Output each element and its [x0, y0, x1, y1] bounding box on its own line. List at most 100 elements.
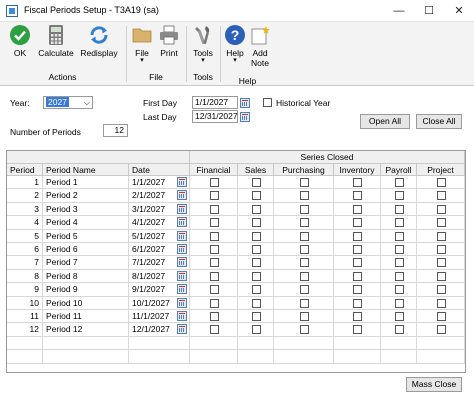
purchasing-closed-checkbox[interactable]: [300, 325, 309, 335]
period-date-cell[interactable]: 12/1/2027: [129, 323, 190, 337]
file-menu-button[interactable]: File ▾: [130, 24, 154, 64]
period-name-cell[interactable]: Period 2: [43, 189, 129, 203]
payroll-closed-checkbox[interactable]: [395, 218, 404, 228]
sales-closed-checkbox[interactable]: [252, 312, 261, 321]
payroll-closed-checkbox[interactable]: [395, 245, 404, 254]
purchasing-closed-checkbox[interactable]: [300, 245, 309, 254]
sales-closed-checkbox[interactable]: [252, 271, 261, 281]
project-closed-checkbox[interactable]: [437, 312, 446, 321]
table-row[interactable]: 4 Period 4 4/1/2027: [7, 216, 465, 230]
sales-closed-checkbox[interactable]: [252, 258, 261, 268]
financial-closed-checkbox[interactable]: [210, 325, 219, 335]
calendar-icon[interactable]: [177, 217, 187, 228]
purchasing-closed-checkbox[interactable]: [300, 231, 309, 241]
last-day-calendar-icon[interactable]: [240, 112, 250, 122]
inventory-closed-checkbox[interactable]: [353, 191, 362, 201]
close-window-button[interactable]: ✕: [444, 0, 474, 22]
period-date-cell[interactable]: 2/1/2027: [129, 189, 190, 203]
inventory-closed-checkbox[interactable]: [353, 258, 362, 268]
calendar-icon[interactable]: [177, 270, 187, 281]
project-closed-checkbox[interactable]: [437, 298, 446, 308]
inventory-closed-checkbox[interactable]: [353, 231, 362, 241]
financial-closed-checkbox[interactable]: [210, 298, 219, 308]
financial-closed-checkbox[interactable]: [210, 285, 219, 295]
project-closed-checkbox[interactable]: [437, 271, 446, 281]
calendar-icon[interactable]: [177, 324, 187, 335]
inventory-closed-checkbox[interactable]: [353, 178, 362, 187]
add-note-button[interactable]: Add Note: [248, 24, 272, 68]
last-day-field[interactable]: 12/31/2027: [192, 110, 238, 123]
payroll-closed-checkbox[interactable]: [395, 271, 404, 281]
calendar-icon[interactable]: [177, 177, 187, 187]
purchasing-closed-checkbox[interactable]: [300, 191, 309, 201]
redisplay-button[interactable]: Redisplay: [79, 24, 119, 58]
payroll-closed-checkbox[interactable]: [395, 178, 404, 187]
sales-closed-checkbox[interactable]: [252, 298, 261, 308]
sales-closed-checkbox[interactable]: [252, 285, 261, 295]
print-button[interactable]: Print: [156, 24, 182, 58]
financial-closed-checkbox[interactable]: [210, 312, 219, 321]
period-name-cell[interactable]: Period 9: [43, 283, 129, 297]
period-name-cell[interactable]: Period 6: [43, 243, 129, 257]
inventory-closed-checkbox[interactable]: [353, 218, 362, 228]
project-closed-checkbox[interactable]: [437, 231, 446, 241]
financial-closed-checkbox[interactable]: [210, 245, 219, 254]
inventory-closed-checkbox[interactable]: [353, 312, 362, 321]
purchasing-closed-checkbox[interactable]: [300, 204, 309, 214]
calendar-icon[interactable]: [177, 257, 187, 268]
first-day-calendar-icon[interactable]: [240, 98, 250, 108]
historical-year-checkbox[interactable]: [263, 98, 272, 107]
period-name-cell[interactable]: Period 5: [43, 229, 129, 243]
purchasing-closed-checkbox[interactable]: [300, 285, 309, 295]
period-name-cell[interactable]: Period 12: [43, 323, 129, 337]
project-closed-checkbox[interactable]: [437, 258, 446, 268]
financial-closed-checkbox[interactable]: [210, 258, 219, 268]
table-row[interactable]: 10 Period 10 10/1/2027: [7, 296, 465, 310]
period-name-cell[interactable]: Period 3: [43, 202, 129, 217]
project-closed-checkbox[interactable]: [437, 245, 446, 254]
table-row[interactable]: 2 Period 2 2/1/2027: [7, 189, 465, 203]
close-all-button[interactable]: Close All: [416, 114, 462, 129]
minimize-button[interactable]: —: [384, 0, 414, 22]
year-select[interactable]: 2027 ⌵: [43, 96, 93, 109]
table-row[interactable]: 12 Period 12 12/1/2027: [7, 323, 465, 337]
payroll-closed-checkbox[interactable]: [395, 325, 404, 335]
calendar-icon[interactable]: [177, 203, 187, 214]
sales-closed-checkbox[interactable]: [252, 178, 261, 187]
payroll-closed-checkbox[interactable]: [395, 298, 404, 308]
period-date-cell[interactable]: 9/1/2027: [129, 283, 190, 297]
project-closed-checkbox[interactable]: [437, 218, 446, 228]
period-name-cell[interactable]: Period 10: [43, 296, 129, 310]
purchasing-closed-checkbox[interactable]: [300, 271, 309, 281]
calendar-icon[interactable]: [177, 284, 187, 295]
period-name-cell[interactable]: Period 7: [43, 256, 129, 270]
period-date-cell[interactable]: 7/1/2027: [129, 256, 190, 270]
mass-close-button[interactable]: Mass Close: [406, 377, 462, 392]
calendar-icon[interactable]: [177, 190, 187, 201]
calendar-icon[interactable]: [177, 311, 187, 321]
period-date-cell[interactable]: 10/1/2027: [129, 296, 190, 310]
period-name-cell[interactable]: Period 8: [43, 269, 129, 284]
calendar-icon[interactable]: [177, 244, 187, 254]
open-all-button[interactable]: Open All: [360, 114, 410, 129]
help-menu-button[interactable]: ? Help ▾: [223, 24, 247, 64]
period-name-cell[interactable]: Period 4: [43, 216, 129, 230]
payroll-closed-checkbox[interactable]: [395, 258, 404, 268]
calendar-icon[interactable]: [177, 297, 187, 308]
financial-closed-checkbox[interactable]: [210, 178, 219, 187]
purchasing-closed-checkbox[interactable]: [300, 258, 309, 268]
financial-closed-checkbox[interactable]: [210, 218, 219, 228]
first-day-field[interactable]: 1/1/2027: [192, 96, 238, 109]
table-row[interactable]: 1 Period 1 1/1/2027: [7, 176, 465, 190]
table-row[interactable]: 3 Period 3 3/1/2027: [7, 202, 465, 217]
table-row[interactable]: 5 Period 5 5/1/2027: [7, 229, 465, 243]
project-closed-checkbox[interactable]: [437, 285, 446, 295]
period-name-cell[interactable]: Period 1: [43, 176, 129, 190]
financial-closed-checkbox[interactable]: [210, 191, 219, 201]
ok-button[interactable]: OK: [6, 24, 34, 58]
sales-closed-checkbox[interactable]: [252, 325, 261, 335]
table-row[interactable]: 9 Period 9 9/1/2027: [7, 283, 465, 297]
financial-closed-checkbox[interactable]: [210, 204, 219, 214]
financial-closed-checkbox[interactable]: [210, 271, 219, 281]
sales-closed-checkbox[interactable]: [252, 231, 261, 241]
